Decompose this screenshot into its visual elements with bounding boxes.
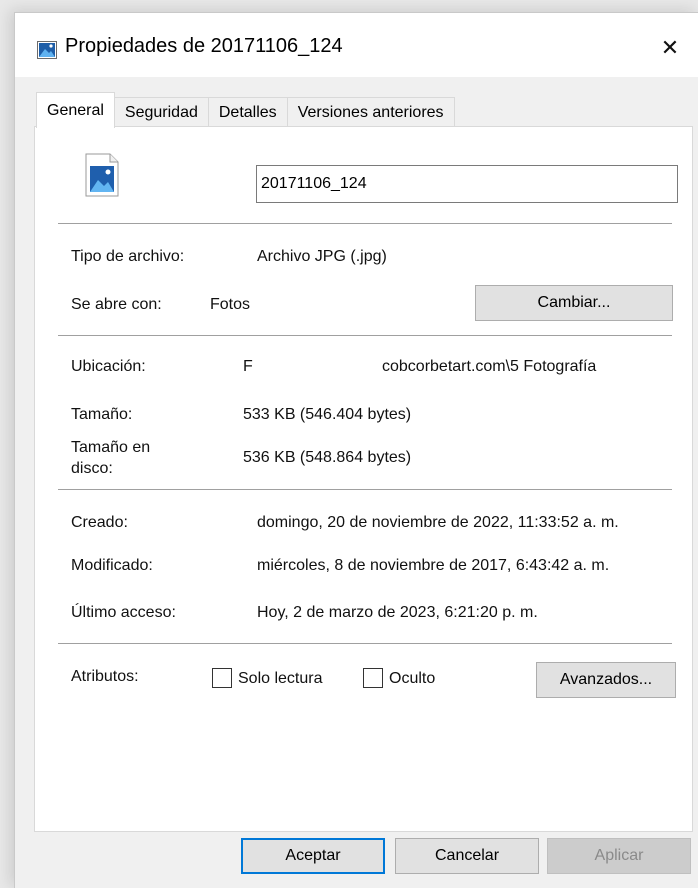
aplicar-button[interactable]: Aplicar: [547, 838, 691, 874]
modificado-value: miércoles, 8 de noviembre de 2017, 6:43:…: [257, 557, 610, 574]
window-title: Propiedades de 20171106_124: [65, 35, 343, 57]
ultimo-acceso-label: Último acceso:: [71, 604, 176, 621]
solo-lectura-checkbox[interactable]: [212, 668, 232, 688]
cancelar-button[interactable]: Cancelar: [395, 838, 539, 874]
atributos-label: Atributos:: [71, 668, 139, 685]
tab-seguridad[interactable]: Seguridad: [113, 97, 209, 127]
ubicacion-path: cobcorbetart.com\5 Fotografía: [382, 358, 597, 375]
tab-detalles[interactable]: Detalles: [207, 97, 288, 127]
solo-lectura-label[interactable]: Solo lectura: [238, 670, 323, 688]
jpg-file-icon: [85, 153, 119, 197]
ubicacion-drive: F: [243, 358, 253, 375]
close-button[interactable]: ✕: [642, 25, 698, 71]
ultimo-acceso-value: Hoy, 2 de marzo de 2023, 6:21:20 p. m.: [257, 604, 538, 621]
tamano-disco-value: 536 KB (548.864 bytes): [243, 449, 412, 466]
aceptar-button[interactable]: Aceptar: [241, 838, 385, 874]
properties-dialog: Propiedades de 20171106_124 ✕ General Se…: [14, 12, 698, 888]
file-name-input[interactable]: [256, 165, 678, 203]
tab-general[interactable]: General: [36, 92, 115, 128]
oculto-checkbox[interactable]: [363, 668, 383, 688]
avanzados-button[interactable]: Avanzados...: [536, 662, 676, 698]
close-icon: ✕: [660, 35, 680, 60]
separator: [58, 489, 672, 490]
general-panel: Tipo de archivo: Archivo JPG (.jpg) Se a…: [34, 126, 693, 832]
separator: [58, 335, 672, 336]
ubicacion-label: Ubicación:: [71, 358, 146, 375]
modificado-label: Modificado:: [71, 557, 153, 574]
image-file-icon: [37, 41, 57, 59]
abre-con-value: Fotos: [210, 296, 251, 313]
creado-value: domingo, 20 de noviembre de 2022, 11:33:…: [257, 514, 619, 531]
abre-con-label: Se abre con:: [71, 296, 162, 313]
separator: [58, 223, 672, 224]
separator: [58, 643, 672, 644]
tamano-label: Tamaño:: [71, 406, 133, 423]
oculto-label[interactable]: Oculto: [389, 670, 435, 688]
tab-strip: General Seguridad Detalles Versiones ant…: [36, 89, 455, 128]
creado-label: Creado:: [71, 514, 128, 531]
cambiar-button[interactable]: Cambiar...: [475, 285, 673, 321]
tamano-disco-label-line2: disco:: [71, 460, 113, 477]
tamano-value: 533 KB (546.404 bytes): [243, 406, 412, 423]
tipo-value: Archivo JPG (.jpg): [257, 248, 387, 265]
tamano-disco-label: Tamaño en: [71, 439, 151, 456]
tipo-label: Tipo de archivo:: [71, 248, 185, 265]
tab-versiones-anteriores[interactable]: Versiones anteriores: [286, 97, 455, 127]
title-bar: Propiedades de 20171106_124 ✕: [15, 13, 698, 77]
